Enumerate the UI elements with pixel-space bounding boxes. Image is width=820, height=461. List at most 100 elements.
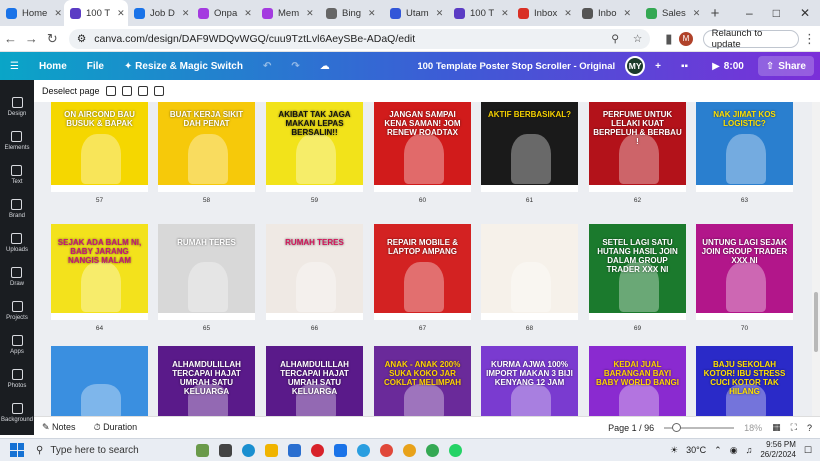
design-page-thumbnail[interactable]: RUMAH TERES	[266, 224, 363, 320]
scrollbar-thumb[interactable]	[814, 292, 818, 352]
tab-close-icon[interactable]: ✕	[436, 8, 444, 19]
page-indicator[interactable]: Page 1 / 96	[608, 423, 654, 433]
share-button[interactable]: ⇧ Share	[757, 56, 814, 76]
tab-close-icon[interactable]: ✕	[564, 8, 572, 19]
temperature[interactable]: 30°C	[686, 445, 706, 455]
tab-close-icon[interactable]: ✕	[182, 8, 190, 19]
mail-icon[interactable]	[334, 443, 347, 457]
tab-close-icon[interactable]: ✕	[244, 8, 252, 19]
clock[interactable]: 9:56 PM 26/2/2024	[760, 440, 796, 460]
design-page-thumbnail[interactable]	[51, 346, 148, 416]
whatsapp-icon[interactable]	[449, 443, 462, 457]
browser-tab[interactable]: 100 T ✕	[448, 0, 512, 26]
browser-tab[interactable]: Home ✕	[0, 0, 64, 26]
reload-icon[interactable]: ↻	[42, 31, 63, 47]
weather-icon[interactable]: ☀	[670, 445, 678, 456]
minimize-icon[interactable]: –	[746, 6, 753, 20]
browser-tab[interactable]: Mem ✕	[256, 0, 320, 26]
chrome-icon[interactable]	[380, 443, 393, 457]
browser-tab[interactable]: Job D ✕	[128, 0, 192, 26]
tab-close-icon[interactable]: ✕	[693, 8, 701, 19]
forward-icon[interactable]: →	[21, 31, 42, 46]
tab-close-icon[interactable]: ✕	[624, 8, 632, 19]
store-icon[interactable]	[288, 443, 301, 457]
design-page-thumbnail[interactable]: ON AIRCOND BAU BUSUK & BAPAK	[51, 102, 148, 192]
sidebar-item-text[interactable]: Text	[11, 158, 23, 192]
telegram-icon[interactable]	[357, 443, 370, 457]
profile-avatar[interactable]: M	[679, 31, 693, 46]
undo-icon[interactable]: ↶	[253, 61, 281, 72]
design-page-thumbnail[interactable]	[481, 224, 578, 320]
browser-tab[interactable]: Utam ✕	[384, 0, 448, 26]
browser-tab[interactable]: 100 T ✕	[64, 0, 128, 26]
close-icon[interactable]: ✕	[800, 6, 810, 20]
hamburger-icon[interactable]: ☰	[0, 61, 29, 72]
back-icon[interactable]: ←	[0, 31, 21, 46]
bookmark-star-icon[interactable]: ☆	[633, 33, 642, 45]
design-page-thumbnail[interactable]: AKIBAT TAK JAGA MAKAN LEPAS BERSALIN!!	[266, 102, 363, 192]
network-icon[interactable]: ◉	[730, 445, 738, 456]
zoom-icon[interactable]: ⚲	[611, 33, 619, 45]
zoom-slider[interactable]	[664, 422, 735, 432]
taskbar-search[interactable]: ⚲ Type here to search	[36, 442, 176, 459]
new-tab-icon[interactable]: +	[704, 5, 726, 22]
help-icon[interactable]: ?	[807, 423, 812, 433]
browser-tab[interactable]: Onpa ✕	[192, 0, 256, 26]
sidebar-item-uploads[interactable]: Uploads	[6, 226, 28, 260]
windows-start-icon[interactable]	[10, 443, 24, 457]
browser-tab[interactable]: Inbox ✕	[512, 0, 576, 26]
browser-tab[interactable]: Inbo ✕	[576, 0, 640, 26]
design-page-thumbnail[interactable]: UNTUNG LAGI SEJAK JOIN GROUP TRADER XXX …	[696, 224, 793, 320]
tab-close-icon[interactable]: ✕	[306, 8, 314, 19]
deselect-page-button[interactable]: Deselect page	[42, 86, 100, 96]
design-page-thumbnail[interactable]: ALHAMDULILLAH TERCAPAI HAJAT UMRAH SATU …	[266, 346, 363, 416]
file-menu[interactable]: File	[77, 61, 114, 72]
menu-kebab-icon[interactable]: ⋮	[799, 31, 820, 47]
resize-magic-switch-button[interactable]: ✦ Resize & Magic Switch	[114, 61, 253, 72]
fullscreen-icon[interactable]: ⛶	[791, 422, 797, 433]
design-page-thumbnail[interactable]: JANGAN SAMPAI KENA SAMAN! JOM RENEW ROAD…	[374, 102, 471, 192]
tab-close-icon[interactable]: ✕	[117, 8, 125, 19]
sidebar-item-design[interactable]: Design	[8, 90, 26, 124]
browser-tab[interactable]: Bing ✕	[320, 0, 384, 26]
design-page-thumbnail[interactable]: PERFUME UNTUK LELAKI KUAT BERPELUH & BER…	[589, 102, 686, 192]
tab-close-icon[interactable]: ✕	[501, 8, 509, 19]
edge-icon[interactable]	[242, 443, 255, 457]
notification-icon[interactable]: ☐	[804, 445, 812, 456]
user-avatar[interactable]: MY	[625, 56, 646, 76]
relaunch-button[interactable]: Relaunch to update	[702, 28, 800, 50]
file-explorer-icon[interactable]	[265, 443, 278, 457]
chrome-app-icon[interactable]	[426, 443, 439, 457]
design-page-thumbnail[interactable]: BUAT KERJA SIKIT DAH PENAT	[158, 102, 255, 192]
hide-page-icon[interactable]	[137, 86, 148, 96]
duplicate-page-icon[interactable]	[121, 86, 132, 96]
sidebar-item-photos[interactable]: Photos	[8, 362, 26, 396]
design-page-thumbnail[interactable]: SEJAK ADA BALM NI, BABY JARANG NANGIS MA…	[51, 224, 148, 320]
site-info-icon[interactable]: ⚙	[77, 33, 86, 45]
insights-icon[interactable]: ▪▪	[671, 61, 698, 72]
sidebar-item-projects[interactable]: Projects	[6, 294, 28, 328]
design-page-thumbnail[interactable]: AKTIF BERBASIKAL?	[481, 102, 578, 192]
tab-close-icon[interactable]: ✕	[368, 8, 376, 19]
delete-page-icon[interactable]	[153, 86, 164, 96]
design-page-thumbnail[interactable]: RUMAH TERES	[158, 224, 255, 320]
design-page-thumbnail[interactable]: BAJU SEKOLAH KOTOR! IBU STRESS CUCI KOTO…	[696, 346, 793, 416]
present-timer-button[interactable]: ▶ 8:00	[704, 56, 752, 76]
sidebar-item-brand[interactable]: Brand	[9, 192, 25, 226]
maximize-icon[interactable]: □	[773, 6, 780, 20]
widgets-icon[interactable]	[196, 443, 209, 457]
add-collaborator-icon[interactable]: +	[645, 61, 671, 72]
notes-button[interactable]: ✎ Notes	[42, 422, 76, 433]
chrome-profile-icon[interactable]	[403, 443, 416, 457]
design-page-thumbnail[interactable]: KURMA AJWA 100% IMPORT MAKAN 3 BIJI KENY…	[481, 346, 578, 416]
task-view-icon[interactable]	[219, 443, 232, 457]
volume-icon[interactable]: ♫	[746, 445, 753, 455]
design-page-thumbnail[interactable]: ALHAMDULILLAH TERCAPAI HAJAT UMRAH SATU …	[158, 346, 255, 416]
zoom-level[interactable]: 18%	[744, 423, 762, 433]
add-page-icon[interactable]	[105, 86, 116, 96]
sidebar-item-draw[interactable]: Draw	[10, 260, 24, 294]
sidebar-item-apps[interactable]: Apps	[10, 328, 24, 362]
tab-close-icon[interactable]: ✕	[54, 8, 62, 19]
tray-chevron-icon[interactable]: ⌃	[714, 445, 722, 456]
design-page-thumbnail[interactable]: KEDAI JUAL BARANGAN BAYI BABY WORLD BANG…	[589, 346, 686, 416]
